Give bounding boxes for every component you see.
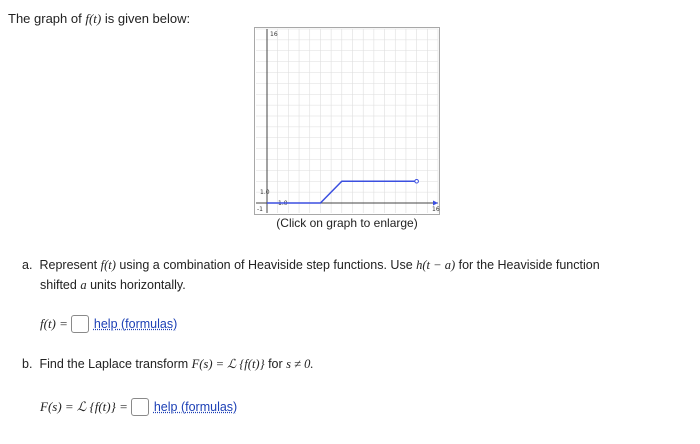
qa-text-1: Represent	[39, 258, 98, 272]
y-top-label: 16	[270, 31, 278, 38]
answer-b-row: F(s) = ℒ {f(t)} = help (formulas)	[40, 398, 237, 416]
header-func: f(t)	[85, 11, 102, 26]
qa-text-2: using a combination of Heaviside step fu…	[119, 258, 413, 272]
answer-a-input[interactable]	[70, 315, 89, 333]
qa-text-3: for the Heaviside function	[458, 258, 600, 272]
header-prefix: The graph of	[8, 11, 82, 26]
answer-a-lhs: f(t) =	[40, 316, 68, 331]
graph-plot[interactable]: 16 1.0 -1 1.0 16	[254, 27, 440, 215]
y-one-label: 1.0	[260, 189, 270, 196]
qa-heaviside: h(t − a)	[416, 258, 456, 272]
answer-b-input[interactable]	[130, 398, 149, 416]
x-right-label: 16	[432, 206, 440, 213]
header-text: The graph of f(t) is given below:	[8, 11, 190, 27]
qb-cond: s ≠ 0.	[286, 357, 314, 371]
qa-var-a: a	[80, 278, 87, 292]
qa-func: f(t)	[100, 258, 116, 272]
open-endpoint	[414, 178, 419, 184]
x-left-label: -1	[257, 206, 263, 213]
question-b: b. Find the Laplace transform F(s) = ℒ {…	[22, 356, 314, 372]
help-formulas-link-a[interactable]: help (formulas)	[94, 317, 177, 331]
help-formulas-link-b[interactable]: help (formulas)	[154, 400, 237, 414]
graph-caption[interactable]: (Click on graph to enlarge)	[254, 216, 440, 230]
qb-text-1: Find the Laplace transform	[39, 357, 189, 371]
qa-text-4: shifted	[40, 278, 77, 292]
question-a: a. Represent f(t) using a combination of…	[22, 255, 672, 295]
answer-b-lhs: F(s) = ℒ {f(t)} =	[40, 399, 128, 414]
graph-thumbnail[interactable]: 16 1.0 -1 1.0 16	[254, 27, 440, 215]
qb-transform: F(s) = ℒ {f(t)}	[191, 357, 265, 371]
header-suffix: is given below:	[104, 11, 191, 26]
graph-frame	[254, 27, 440, 215]
qa-text-5: units horizontally.	[90, 278, 186, 292]
question-b-label: b.	[22, 357, 33, 371]
answer-a-row: f(t) = help (formulas)	[40, 315, 177, 333]
question-a-label: a.	[22, 258, 33, 272]
qb-text-2: for	[268, 357, 283, 371]
